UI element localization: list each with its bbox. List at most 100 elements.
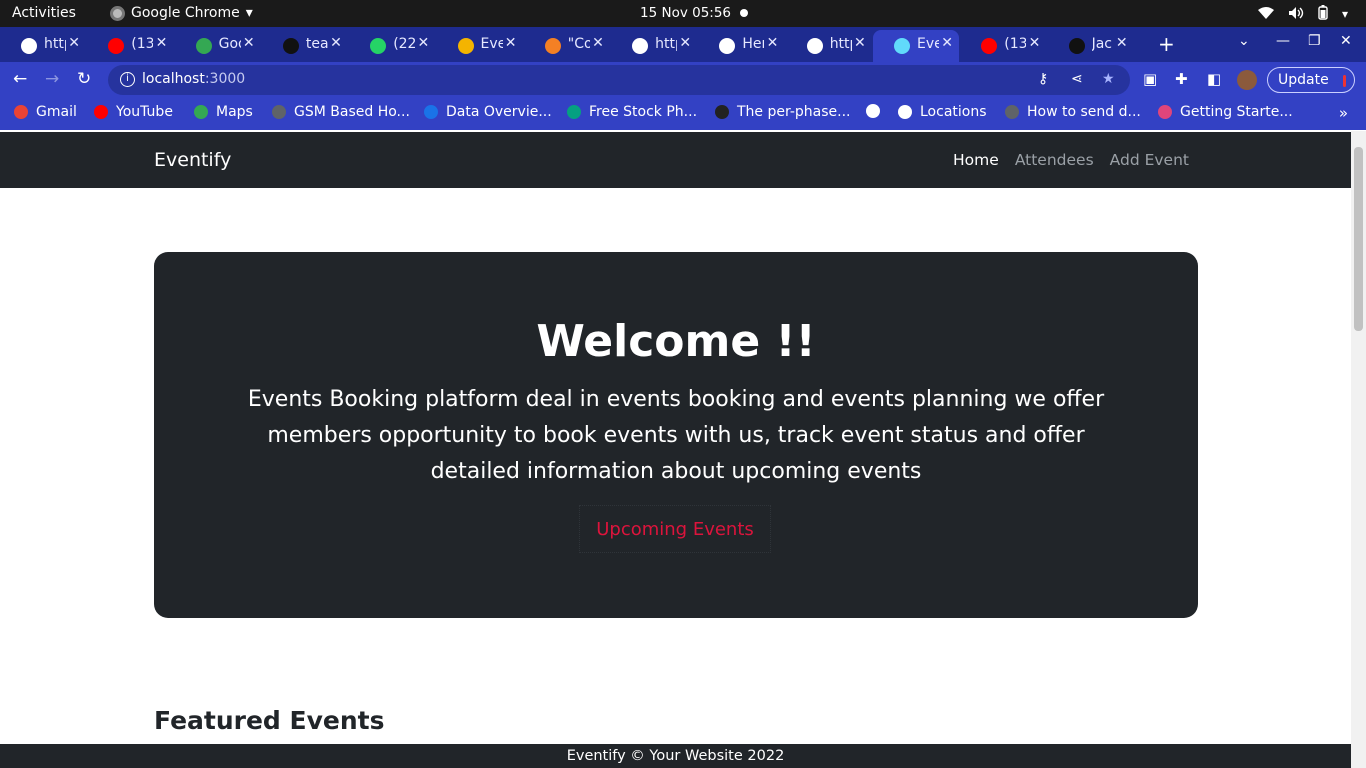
bookmark-item[interactable]: Getting Starte... bbox=[1158, 104, 1293, 120]
bookmark-favicon-icon bbox=[866, 104, 880, 118]
bookmark-item[interactable]: Maps bbox=[194, 104, 253, 120]
close-tab-icon[interactable]: ✕ bbox=[243, 35, 255, 51]
activities-button[interactable]: Activities bbox=[12, 5, 76, 21]
app-name: Google Chrome bbox=[131, 5, 240, 21]
forward-arrow-icon[interactable]: → bbox=[45, 69, 59, 89]
close-tab-icon[interactable]: ✕ bbox=[854, 35, 866, 51]
update-button[interactable]: Update bbox=[1267, 67, 1355, 93]
bookmark-item[interactable]: How to send d... bbox=[1005, 104, 1141, 120]
back-arrow-icon[interactable]: ← bbox=[13, 69, 27, 89]
bookmark-label: YouTube bbox=[116, 104, 173, 120]
browser-tab[interactable]: Her✕ bbox=[698, 30, 784, 62]
close-tab-icon[interactable]: ✕ bbox=[505, 35, 517, 51]
upcoming-events-button[interactable]: Upcoming Events bbox=[579, 505, 771, 553]
menu-dots-icon bbox=[1343, 75, 1346, 87]
bookmark-favicon-icon bbox=[424, 105, 438, 119]
slides-icon bbox=[457, 38, 474, 54]
browser-tab[interactable]: Eve ✕ bbox=[437, 30, 523, 62]
browser-tab[interactable]: Eve ✕ bbox=[873, 30, 959, 62]
bookmark-item[interactable]: GSM Based Ho... bbox=[272, 104, 410, 120]
browser-tab[interactable]: (13 ✕ bbox=[87, 30, 173, 62]
bookmark-label: Locations bbox=[920, 104, 987, 120]
share-icon[interactable]: ⋖ bbox=[1071, 71, 1083, 87]
extensions-puzzle-icon[interactable]: ✚ bbox=[1175, 70, 1188, 88]
browser-tab[interactable]: (22 ✕ bbox=[349, 30, 435, 62]
close-tab-icon[interactable]: ✕ bbox=[156, 35, 168, 51]
bookmark-star-icon[interactable]: ★ bbox=[1102, 71, 1115, 87]
close-window-icon[interactable]: ✕ bbox=[1340, 33, 1352, 49]
browser-tab[interactable]: http✕ bbox=[786, 30, 872, 62]
bookmarks-bar: Gmail YouTube Maps GSM Based Ho... Data Over… bbox=[0, 98, 1366, 130]
page-scrollbar[interactable] bbox=[1351, 131, 1366, 768]
close-tab-icon[interactable]: ✕ bbox=[941, 35, 953, 51]
more-bookmarks-icon[interactable]: » bbox=[1339, 104, 1348, 122]
wifi-icon bbox=[1257, 6, 1274, 23]
bookmark-favicon-icon bbox=[94, 105, 108, 119]
close-tab-icon[interactable]: ✕ bbox=[592, 35, 604, 51]
url-text[interactable]: localhost:3000 bbox=[142, 71, 245, 87]
bookmark-item[interactable]: YouTube bbox=[94, 104, 173, 120]
bookmark-favicon-icon bbox=[14, 105, 28, 119]
notification-dot-icon bbox=[740, 9, 748, 17]
react-icon bbox=[894, 38, 910, 54]
close-tab-icon[interactable]: ✕ bbox=[679, 35, 691, 51]
bookmark-item[interactable]: The per-phase... bbox=[715, 104, 851, 120]
bookmark-favicon-icon bbox=[567, 105, 581, 119]
bookmark-item[interactable] bbox=[866, 104, 888, 118]
reload-icon[interactable]: ↻ bbox=[77, 69, 91, 89]
bookmark-item[interactable]: Data Overvie... bbox=[424, 104, 552, 120]
close-tab-icon[interactable]: ✕ bbox=[417, 35, 429, 51]
os-top-bar: Activities Google Chrome ▾ 15 Nov 05:56 … bbox=[0, 0, 1366, 27]
bookmark-item[interactable]: Locations bbox=[898, 104, 987, 120]
app-menu[interactable]: Google Chrome ▾ bbox=[110, 5, 253, 21]
stackoverflow-icon bbox=[544, 38, 561, 54]
profile-avatar[interactable] bbox=[1237, 70, 1257, 90]
bookmark-label: Data Overvie... bbox=[446, 104, 552, 120]
system-tray[interactable]: ▾ bbox=[1257, 5, 1348, 23]
nav-add-event-link[interactable]: Add Event bbox=[1110, 151, 1189, 169]
scrollbar-thumb[interactable] bbox=[1354, 147, 1363, 331]
browser-tab[interactable]: "Co ✕ bbox=[524, 30, 610, 62]
browser-toolbar: ← → ↻ i localhost:3000 ⚷ ⋖ ★ bbox=[0, 62, 1366, 98]
tab-title: "Co bbox=[567, 36, 590, 52]
screencast-icon[interactable]: ▣ bbox=[1143, 70, 1157, 88]
browser-tab[interactable]: http✕ bbox=[611, 30, 697, 62]
globe-icon bbox=[21, 38, 37, 54]
nav-links: Home Attendees Add Event bbox=[953, 151, 1189, 169]
github-icon bbox=[1068, 38, 1085, 54]
restore-icon[interactable]: ❐ bbox=[1308, 33, 1321, 49]
bookmark-label: Free Stock Ph... bbox=[589, 104, 698, 120]
close-tab-icon[interactable]: ✕ bbox=[1116, 35, 1128, 51]
bookmark-favicon-icon bbox=[272, 105, 286, 119]
bookmark-label: Maps bbox=[216, 104, 253, 120]
close-tab-icon[interactable]: ✕ bbox=[1029, 35, 1041, 51]
close-tab-icon[interactable]: ✕ bbox=[68, 35, 80, 51]
chevron-down-icon: ▾ bbox=[1341, 7, 1348, 21]
battery-icon bbox=[1318, 5, 1328, 23]
browser-tab[interactable]: tea ✕ bbox=[262, 30, 348, 62]
whatsapp-icon bbox=[370, 38, 387, 54]
side-panel-icon[interactable]: ◧ bbox=[1207, 70, 1221, 88]
bookmark-item[interactable]: Gmail bbox=[14, 104, 77, 120]
site-info-icon[interactable]: i bbox=[120, 72, 135, 87]
browser-tab[interactable]: Jac ✕ bbox=[1048, 30, 1134, 62]
new-tab-button[interactable]: + bbox=[1158, 32, 1175, 56]
clock[interactable]: 15 Nov 05:56 bbox=[640, 5, 731, 21]
minimize-icon[interactable]: — bbox=[1276, 33, 1290, 49]
tab-title: Goo bbox=[218, 36, 241, 52]
tab-search-icon[interactable]: ⌄ bbox=[1238, 33, 1250, 49]
close-tab-icon[interactable]: ✕ bbox=[330, 35, 342, 51]
tab-title: Her bbox=[742, 36, 764, 52]
address-bar[interactable]: i localhost:3000 ⚷ ⋖ ★ bbox=[108, 65, 1130, 95]
nav-attendees-link[interactable]: Attendees bbox=[1015, 151, 1094, 169]
browser-tab[interactable]: Goo✕ bbox=[175, 30, 261, 62]
browser-tab[interactable]: (13 ✕ bbox=[960, 30, 1046, 62]
tab-title: tea bbox=[305, 36, 328, 52]
key-icon[interactable]: ⚷ bbox=[1038, 71, 1048, 87]
bookmark-label: Gmail bbox=[36, 104, 77, 120]
browser-tab[interactable]: http✕ bbox=[0, 30, 86, 62]
close-tab-icon[interactable]: ✕ bbox=[767, 35, 779, 51]
bookmark-item[interactable]: Free Stock Ph... bbox=[567, 104, 697, 120]
site-brand[interactable]: Eventify bbox=[154, 149, 231, 171]
nav-home-link[interactable]: Home bbox=[953, 151, 999, 169]
